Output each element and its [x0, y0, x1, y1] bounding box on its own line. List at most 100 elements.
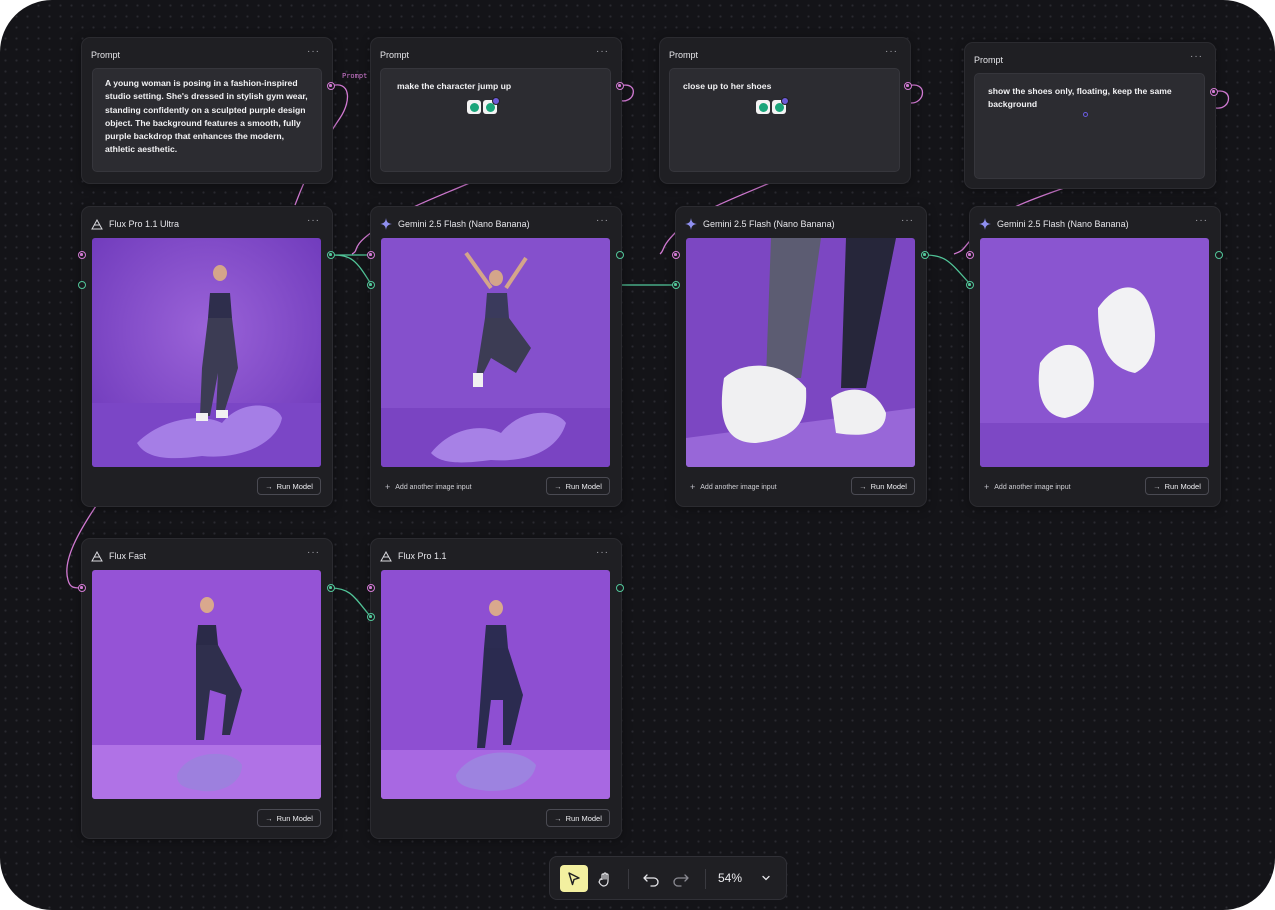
arrow-right-icon: → [1153, 481, 1161, 491]
add-input-label: Add another image input [700, 483, 777, 491]
prompt-input-port[interactable] [78, 584, 86, 592]
output-port[interactable] [616, 82, 624, 90]
model-node-gemini-3[interactable]: Gemini 2.5 Flash (Nano Banana) ··· + Add … [969, 206, 1221, 507]
generated-image[interactable] [980, 238, 1209, 467]
image-output-port[interactable] [921, 251, 929, 259]
node-title: Prompt [974, 55, 1004, 65]
gemini-sparkle-icon [979, 218, 991, 230]
run-model-label: Run Model [276, 813, 313, 823]
model-node-gemini-2[interactable]: Gemini 2.5 Flash (Nano Banana) ··· + Add … [675, 206, 927, 507]
prompt-input-port[interactable] [367, 584, 375, 592]
prompt-input-port[interactable] [672, 251, 680, 259]
output-port[interactable] [327, 82, 335, 90]
node-title: Prompt [669, 50, 699, 60]
toolbar-divider [628, 869, 629, 889]
run-model-label: Run Model [565, 813, 602, 823]
image-thumb-icon [756, 100, 770, 114]
more-options-icon[interactable]: ··· [307, 46, 320, 57]
image-input-port[interactable] [367, 613, 375, 621]
image-reference-chips [467, 97, 500, 114]
prompt-text[interactable]: show the shoes only, floating, keep the … [974, 73, 1205, 179]
more-options-icon[interactable]: ··· [596, 215, 609, 226]
zoom-level[interactable]: 54% [718, 871, 742, 885]
zoom-dropdown-button[interactable] [758, 870, 774, 886]
node-title: Prompt [380, 50, 410, 60]
prompt-node-2[interactable]: Prompt ··· make the character jump up [370, 37, 622, 184]
more-options-icon[interactable]: ··· [1190, 51, 1203, 62]
add-input-label: Add another image input [994, 483, 1071, 491]
text-cursor-icon [1083, 112, 1088, 117]
more-options-icon[interactable]: ··· [901, 215, 914, 226]
flux-icon [380, 550, 392, 562]
more-options-icon[interactable]: ··· [307, 215, 320, 226]
prompt-text-content: show the shoes only, floating, keep the … [988, 86, 1172, 110]
image-output-port[interactable] [616, 584, 624, 592]
prompt-input-port[interactable] [367, 251, 375, 259]
plus-icon: + [690, 482, 696, 492]
arrow-right-icon: → [554, 481, 562, 491]
add-image-input-link[interactable]: + Add another image input [385, 482, 472, 492]
redo-icon [673, 873, 689, 887]
generated-image[interactable] [381, 238, 610, 467]
output-port[interactable] [904, 82, 912, 90]
run-model-button[interactable]: → Run Model [546, 477, 610, 495]
arrow-right-icon: → [265, 813, 273, 823]
pan-tool-button[interactable] [591, 865, 619, 892]
more-options-icon[interactable]: ··· [596, 547, 609, 558]
image-output-port[interactable] [327, 251, 335, 259]
image-output-port[interactable] [327, 584, 335, 592]
image-input-port[interactable] [78, 281, 86, 289]
node-title: Flux Fast [109, 551, 147, 561]
more-options-icon[interactable]: ··· [885, 46, 898, 57]
model-node-flux-fast[interactable]: Flux Fast ··· → Run Model [81, 538, 333, 839]
generated-image[interactable] [381, 570, 610, 799]
gemini-sparkle-icon [380, 218, 392, 230]
plus-icon: + [984, 482, 990, 492]
image-input-port[interactable] [966, 281, 974, 289]
select-tool-button[interactable] [560, 865, 588, 892]
image-input-port[interactable] [672, 281, 680, 289]
wire-label: Prompt [342, 72, 368, 80]
add-image-input-link[interactable]: + Add another image input [690, 482, 777, 492]
run-model-button[interactable]: → Run Model [257, 809, 321, 827]
flux-icon [91, 550, 103, 562]
prompt-text[interactable]: A young woman is posing in a fashion-ins… [92, 68, 322, 172]
generated-image[interactable] [686, 238, 915, 467]
output-port[interactable] [1210, 88, 1218, 96]
generated-image[interactable] [92, 570, 321, 799]
model-node-gemini-1[interactable]: Gemini 2.5 Flash (Nano Banana) ··· + Add … [370, 206, 622, 507]
prompt-node-4[interactable]: Prompt ··· show the shoes only, floating… [964, 42, 1216, 189]
arrow-right-icon: → [554, 813, 562, 823]
run-model-button[interactable]: → Run Model [851, 477, 915, 495]
canvas[interactable]: Prompt ··· A young woman is posing in a … [0, 0, 1275, 910]
node-title: Prompt [91, 50, 121, 60]
prompt-text[interactable]: make the character jump up [380, 68, 611, 172]
prompt-text[interactable]: close up to her shoes [669, 68, 900, 172]
add-image-input-link[interactable]: + Add another image input [984, 482, 1071, 492]
prompt-input-port[interactable] [966, 251, 974, 259]
node-title: Gemini 2.5 Flash (Nano Banana) [398, 219, 530, 229]
node-title: Flux Pro 1.1 Ultra [109, 219, 180, 229]
image-output-port[interactable] [1215, 251, 1223, 259]
model-node-flux-pro[interactable]: Flux Pro 1.1 ··· → Run Model [370, 538, 622, 839]
generated-image[interactable] [92, 238, 321, 467]
more-options-icon[interactable]: ··· [307, 547, 320, 558]
image-input-port[interactable] [367, 281, 375, 289]
image-reference-chips [756, 97, 789, 114]
prompt-node-3[interactable]: Prompt ··· close up to her shoes [659, 37, 911, 184]
undo-button[interactable] [637, 865, 665, 892]
more-options-icon[interactable]: ··· [596, 46, 609, 57]
run-model-button[interactable]: → Run Model [546, 809, 610, 827]
redo-button[interactable] [667, 865, 695, 892]
image-output-port[interactable] [616, 251, 624, 259]
run-model-button[interactable]: → Run Model [1145, 477, 1209, 495]
image-thumb-icon [772, 97, 789, 114]
run-model-button[interactable]: → Run Model [257, 477, 321, 495]
model-node-flux-pro-ultra[interactable]: Flux Pro 1.1 Ultra ··· → Run Model [81, 206, 333, 507]
node-title: Gemini 2.5 Flash (Nano Banana) [997, 219, 1129, 229]
prompt-text-content: make the character jump up [397, 81, 512, 91]
prompt-node-1[interactable]: Prompt ··· A young woman is posing in a … [81, 37, 333, 184]
add-input-label: Add another image input [395, 483, 472, 491]
more-options-icon[interactable]: ··· [1195, 215, 1208, 226]
prompt-input-port[interactable] [78, 251, 86, 259]
